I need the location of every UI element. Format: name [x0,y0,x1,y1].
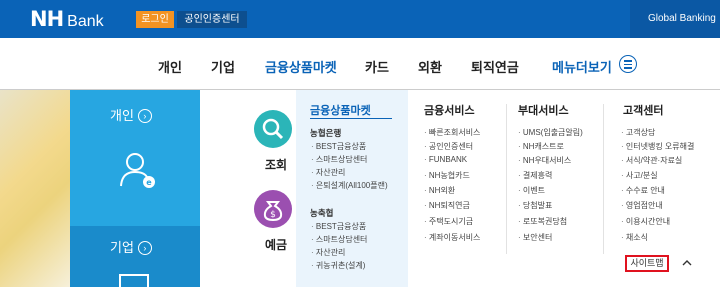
nav-item-corporate[interactable]: 기업 [211,57,235,76]
col-market-title[interactable]: 금융상품마켓 [310,102,371,118]
sitemap-button[interactable]: 사이트맵 [625,255,669,272]
nav-item-personal[interactable]: 개인 [158,57,182,76]
top-bar: NH Bank 로그인 공인인증센터 Global Banking [0,0,720,38]
menu-item[interactable]: 자산관리 [311,247,345,258]
logo-bank-text: Bank [67,13,104,30]
menu-item[interactable]: 당첨발표 [518,200,552,211]
menu-item[interactable]: 수수료 안내 [621,185,665,196]
side-personal-link[interactable]: 개인 › [110,105,152,124]
inquiry-label[interactable]: 조회 [265,156,287,173]
person-icon: e [120,153,155,188]
col-extra-title[interactable]: 부대서비스 [518,102,569,118]
login-button[interactable]: 로그인 [136,11,174,28]
menu-item[interactable]: UMS(입출금알림) [518,127,583,138]
menu-item[interactable]: 스마트상담센터 [311,234,368,245]
side-corporate-link[interactable]: 기업 › [110,237,152,256]
menu-item[interactable]: 계좌이동서비스 [424,232,481,243]
menu-item[interactable]: NH외환 [424,185,455,196]
svg-text:e: e [146,178,152,187]
nav-item-forex[interactable]: 외환 [418,57,442,76]
menu-item[interactable]: 스마트상담센터 [311,154,368,165]
menu-item[interactable]: 은퇴설계(All100플랜) [311,180,388,191]
col-market-underline [310,118,392,119]
main-nav: 개인 기업 금융상품마켓 카드 외환 퇴직연금 메뉴더보기 [0,38,720,90]
cert-center-button[interactable]: 공인인증센터 [177,11,247,28]
side-corporate-label: 기업 [110,240,134,255]
menu-item[interactable]: 고객상담 [621,127,655,138]
money-bag-icon[interactable]: $ [254,190,292,228]
menu-item[interactable]: 보안센터 [518,232,552,243]
col-support-title[interactable]: 고객센터 [623,102,663,118]
background-image [0,90,70,287]
menu-item[interactable]: 인터넷뱅킹 오류해결 [621,141,694,152]
menu-item[interactable]: 자산관리 [311,167,345,178]
svg-text:$: $ [270,210,276,220]
menu-item[interactable]: NH퇴직연금 [424,200,470,211]
logo-nh-text: NH [30,7,64,31]
menu-item[interactable]: 이용시간안내 [621,216,670,227]
menu-item[interactable]: 사고/분실 [621,170,658,181]
arrow-right-icon: › [137,241,152,255]
column-divider [506,104,507,254]
nh-bank-logo[interactable]: NH Bank [30,7,104,31]
global-banking-link[interactable]: Global Banking [630,0,720,38]
menu-item[interactable]: BEST금융상품 [311,141,366,152]
nav-item-market[interactable]: 금융상품마켓 [265,57,337,76]
menu-item[interactable]: 로또복권당첨 [518,216,567,227]
arrow-right-icon: › [137,109,152,123]
menu-item[interactable]: 빠른조회서비스 [424,127,481,138]
menu-item[interactable]: 채소식 [621,232,648,243]
column-divider [603,104,604,254]
search-icon[interactable] [254,110,292,148]
menu-item[interactable]: 주택도시기금 [424,216,473,227]
building-icon [119,274,149,288]
hamburger-icon[interactable] [619,55,637,73]
menu-item[interactable]: 공인인증센터 [424,141,473,152]
side-personal-label: 개인 [110,108,134,123]
nav-item-card[interactable]: 카드 [365,57,389,76]
menu-item[interactable]: 결제흥력 [518,170,552,181]
menu-item[interactable]: 귀농귀촌(설계) [311,260,366,271]
menu-item[interactable]: FUNBANK [424,155,467,164]
col-finance-title[interactable]: 금융서비스 [424,102,475,118]
group-nhbank-title[interactable]: 농협은행 [310,127,341,139]
group-coop-title[interactable]: 농축협 [310,207,333,219]
menu-item[interactable]: 영업점안내 [621,200,663,211]
menu-item[interactable]: NH캐스트로 [518,141,564,152]
menu-item[interactable]: 이벤트 [518,185,545,196]
nav-more[interactable]: 메뉴더보기 [552,57,612,76]
menu-item[interactable]: NH우대서비스 [518,155,571,166]
menu-item[interactable]: NH농협카드 [424,170,470,181]
menu-item[interactable]: 서식/약관·자료실 [621,155,682,166]
menu-item[interactable]: BEST금융상품 [311,221,366,232]
deposit-label[interactable]: 예금 [265,236,287,253]
chevron-up-icon[interactable] [682,258,692,268]
nav-item-pension[interactable]: 퇴직연금 [471,57,519,76]
